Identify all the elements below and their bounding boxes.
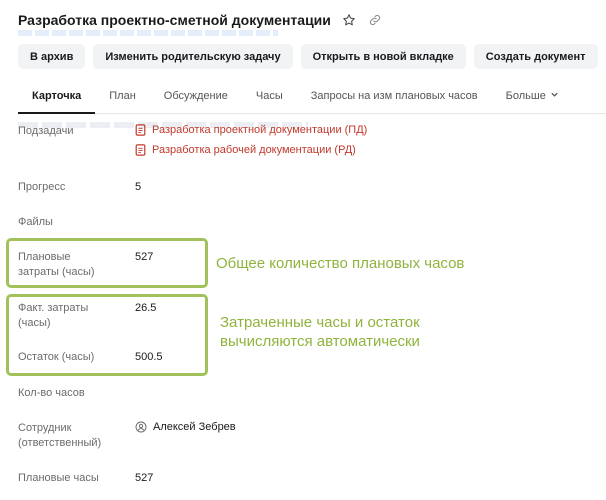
subtasks-label: Подзадачи (18, 125, 74, 137)
hours-count-label: Кол-во часов (18, 387, 85, 399)
tab-more-label: Больше (505, 90, 546, 102)
document-icon (135, 144, 146, 156)
actual-costs-value: 26.5 (135, 302, 157, 314)
star-icon[interactable] (341, 12, 357, 28)
planned-costs-label-line1: Плановые (18, 251, 71, 263)
tab-more[interactable]: Больше (492, 88, 573, 114)
link-icon[interactable] (367, 12, 383, 28)
employee-label: Сотрудник (ответственный) (18, 421, 101, 451)
tab-card[interactable]: Карточка (18, 88, 96, 114)
planned-costs-annotation: Общее количество плановых часов (216, 255, 465, 272)
planned-hours-value: 527 (135, 472, 154, 484)
progress-label: Прогресс (18, 181, 66, 193)
user-icon (135, 421, 147, 433)
planned-hours-label: Плановые часы (18, 472, 99, 484)
faded-breadcrumb (18, 30, 278, 36)
remaining-label: Остаток (часы) (18, 351, 95, 363)
auto-calc-annotation: Затраченные часы и остаток вычисляются а… (220, 313, 420, 351)
document-icon (135, 124, 146, 136)
tab-bar: Карточка План Обсуждение Часы Запросы на… (18, 88, 606, 114)
employee-value[interactable]: Алексей Зебрев (135, 421, 236, 433)
change-parent-button[interactable]: Изменить родительскую задачу (93, 44, 293, 69)
open-new-tab-button[interactable]: Открыть в новой вкладке (300, 44, 466, 69)
subtask-link[interactable]: Разработка проектной документации (ПД) (135, 124, 367, 136)
employee-label-line1: Сотрудник (18, 422, 72, 434)
remaining-value: 500.5 (135, 351, 163, 363)
tab-plan[interactable]: План (95, 88, 150, 114)
page-title: Разработка проектно-сметной документации (18, 12, 331, 28)
subtask-label: Разработка рабочей документации (РД) (152, 144, 356, 156)
chevron-down-icon (550, 90, 559, 102)
auto-calc-annotation-line1: Затраченные часы и остаток (220, 314, 420, 331)
employee-name: Алексей Зебрев (153, 421, 236, 433)
title-row: Разработка проектно-сметной документации (18, 12, 383, 28)
create-document-button[interactable]: Создать документ (473, 44, 598, 69)
actual-costs-label-line1: Факт. затраты (18, 302, 89, 314)
planned-costs-label-line2: затраты (часы) (18, 266, 95, 278)
tab-planned-hours-requests[interactable]: Запросы на изм плановых часов (297, 88, 492, 114)
archive-button[interactable]: В архив (18, 44, 86, 69)
planned-costs-label: Плановые затраты (часы) (18, 250, 95, 280)
progress-value: 5 (135, 181, 142, 193)
toolbar: В архив Изменить родительскую задачу Отк… (18, 44, 606, 69)
planned-costs-value: 527 (135, 251, 154, 263)
subtask-label: Разработка проектной документации (ПД) (152, 124, 368, 136)
subtask-link[interactable]: Разработка рабочей документации (РД) (135, 144, 356, 156)
files-label: Файлы (18, 216, 53, 228)
employee-label-line2: (ответственный) (18, 437, 102, 449)
tab-discussion[interactable]: Обсуждение (150, 88, 242, 114)
actual-costs-label-line2: (часы) (18, 317, 51, 329)
tab-hours[interactable]: Часы (242, 88, 297, 114)
actual-costs-label: Факт. затраты (часы) (18, 301, 88, 331)
auto-calc-annotation-line2: вычисляются автоматически (220, 333, 420, 350)
